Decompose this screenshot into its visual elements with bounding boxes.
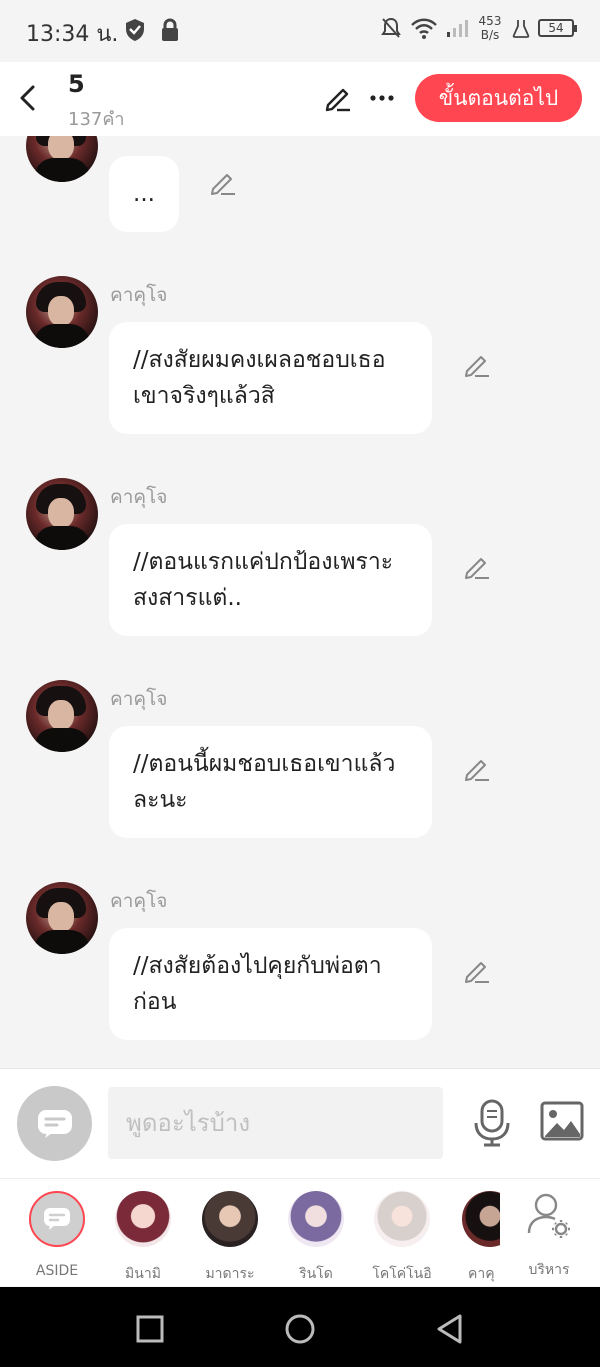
character-minami[interactable]: มินามิ <box>103 1191 183 1285</box>
word-count: 137คำ <box>68 109 125 130</box>
net-speed-unit: B/s <box>480 28 500 42</box>
message-bubble[interactable]: //ตอนนี้ผมชอบเธอเขาแล้วละนะ <box>109 726 432 838</box>
header-bar: 5 137คำ ขั้นตอนต่อไป <box>0 62 600 136</box>
character-madara[interactable]: มาดาระ <box>190 1191 270 1285</box>
character-avatar <box>374 1191 430 1247</box>
aside-chat-icon <box>44 1208 70 1230</box>
speaker-name: คาคุโจ <box>110 284 168 306</box>
aside-toggle-button[interactable] <box>17 1086 92 1161</box>
character-avatar <box>288 1191 344 1247</box>
character-aside[interactable]: ASIDE <box>17 1191 97 1279</box>
chat-area: ... คาคุโจ //สงสัยผมคงเผลอชอบเธอเขาจริงๆ… <box>0 136 600 1068</box>
edit-message-icon[interactable] <box>208 168 238 198</box>
character-avatar <box>462 1191 500 1247</box>
character-avatar[interactable] <box>26 136 98 182</box>
recent-apps-icon[interactable] <box>130 1309 170 1349</box>
character-bar: ASIDE มินามิ มาดาระ รินโด โคโค่โนอิ คาคุ… <box>0 1178 600 1286</box>
wifi-icon <box>411 18 437 39</box>
back-button[interactable] <box>10 78 46 118</box>
speaker-name: คาคุโจ <box>110 890 168 912</box>
character-name: คาคุ <box>468 1266 495 1282</box>
edit-message-icon[interactable] <box>462 552 492 582</box>
message-bubble[interactable]: //สงสัยต้องไปคุยกับพ่อตาก่อน <box>109 928 432 1040</box>
edit-title-button[interactable] <box>320 80 356 116</box>
bell-off-icon <box>381 17 401 38</box>
battery-indicator: 54 <box>538 19 577 37</box>
home-icon[interactable] <box>280 1309 320 1349</box>
pencil-icon <box>325 88 350 112</box>
character-avatar <box>115 1191 171 1247</box>
message-bubble[interactable]: ... <box>109 156 179 232</box>
character-name: มาดาระ <box>205 1266 255 1282</box>
manage-characters-button[interactable]: บริหาร <box>516 1191 582 1281</box>
character-rindo[interactable]: รินโด <box>276 1191 356 1285</box>
message-input-bar <box>0 1068 600 1178</box>
net-speed-value: 453 <box>478 14 502 28</box>
speaker-name: คาคุโจ <box>110 486 168 508</box>
character-avatar <box>202 1191 258 1247</box>
character-kokonoi[interactable]: โคโค่โนอิ <box>362 1191 442 1285</box>
user-settings-icon <box>527 1193 570 1238</box>
message-input[interactable] <box>108 1087 443 1159</box>
more-dots-icon <box>370 95 394 101</box>
episode-title: 5 <box>68 70 85 98</box>
back-nav-icon[interactable] <box>430 1309 470 1349</box>
speaker-name: คาคุโจ <box>110 688 168 710</box>
chevron-left-icon <box>20 85 35 111</box>
aside-chat-icon <box>37 1109 72 1138</box>
image-icon[interactable] <box>540 1101 584 1141</box>
aside-avatar <box>29 1191 85 1247</box>
character-avatar[interactable] <box>26 276 98 348</box>
lab-flask-icon <box>512 20 530 38</box>
character-avatar[interactable] <box>26 680 98 752</box>
character-avatar[interactable] <box>26 478 98 550</box>
lock-icon <box>162 18 178 41</box>
character-name: รินโด <box>299 1266 333 1282</box>
system-nav-bar <box>0 1287 600 1367</box>
edit-message-icon[interactable] <box>462 956 492 986</box>
edit-message-icon[interactable] <box>462 350 492 380</box>
character-name: โคโค่โนอิ <box>372 1266 432 1282</box>
message-bubble[interactable]: //ตอนแรกแค่ปกป้องเพราะสงสารแต่.. <box>109 524 432 636</box>
status-bar: 13:34 น. 453 B/s 54 <box>0 0 600 62</box>
character-kakujo[interactable]: คาคุ <box>448 1191 500 1285</box>
more-options-button[interactable] <box>365 80 399 116</box>
character-avatar[interactable] <box>26 882 98 954</box>
status-time: 13:34 น. <box>26 22 119 47</box>
manage-label: บริหาร <box>528 1262 570 1278</box>
signal-icon <box>447 20 468 37</box>
edit-message-icon[interactable] <box>462 754 492 784</box>
character-name: มินามิ <box>125 1266 161 1282</box>
microphone-icon[interactable] <box>470 1099 514 1147</box>
next-step-button[interactable]: ขั้นตอนต่อไป <box>415 74 582 122</box>
shield-icon <box>126 19 144 41</box>
message-bubble[interactable]: //สงสัยผมคงเผลอชอบเธอเขาจริงๆแล้วสิ <box>109 322 432 434</box>
character-name: ASIDE <box>35 1263 79 1279</box>
